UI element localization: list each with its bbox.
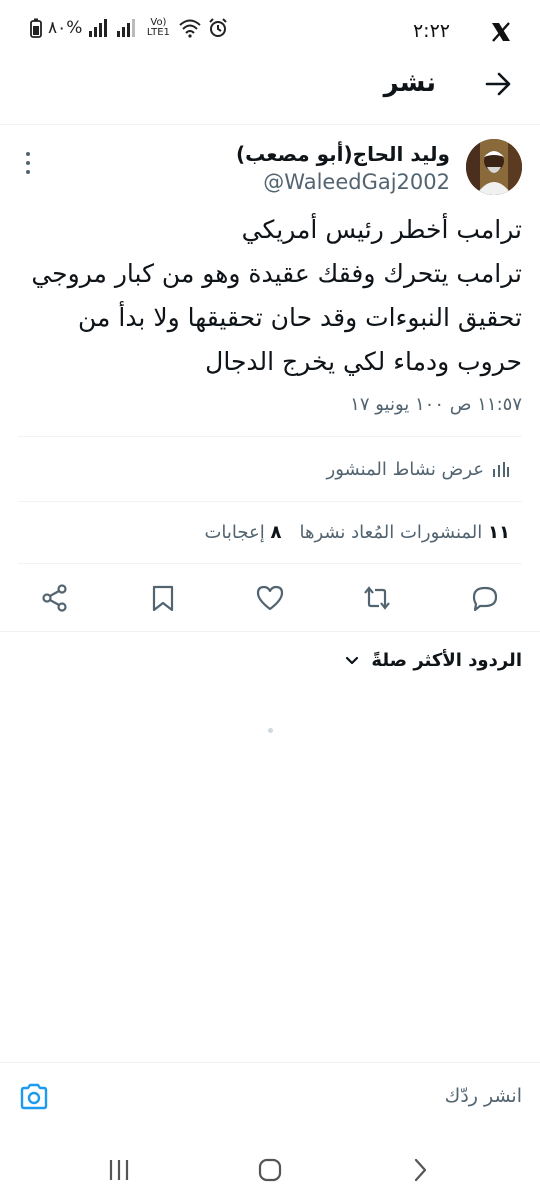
signal-icon [89, 19, 108, 37]
replies-sort-label: الردود الأكثر صلةً [371, 650, 522, 671]
x-logo-icon [492, 22, 510, 42]
tweet-line: حروب ودماء لكي يخرج الدجال [205, 347, 522, 376]
tweet-line: ترامب يتحرك وفقك عقيدة وهو من كبار مروجي [31, 259, 522, 288]
reposts-stat[interactable]: ١١ المنشورات المُعاد نشرها [299, 522, 510, 543]
back-nav-icon[interactable] [406, 1156, 434, 1184]
battery-level: ٨٠% [48, 18, 83, 38]
tweet-line: ترامب أخطر رئيس أمريكي [241, 215, 522, 244]
chevron-down-icon [346, 656, 359, 664]
home-icon[interactable] [256, 1156, 284, 1184]
repost-icon[interactable] [362, 583, 392, 613]
wifi-icon [179, 19, 202, 38]
tweet-timestamp: ١١:٥٧ ص ١٠٠ يونيو ١٧ [350, 394, 522, 415]
signal-icon-2 [117, 19, 136, 37]
camera-icon[interactable] [18, 1082, 50, 1112]
status-time: ٢:٢٢ [412, 20, 450, 42]
replies-sort-dropdown[interactable]: الردود الأكثر صلةً [345, 650, 522, 671]
alarm-icon [209, 18, 228, 37]
header [0, 62, 540, 126]
likes-label: إعجابات [204, 521, 265, 543]
divider [18, 501, 522, 502]
analytics-icon [493, 462, 509, 477]
post-activity-link[interactable]: عرض نشاط المنشور [327, 450, 510, 488]
more-options-icon[interactable] [22, 150, 34, 176]
author-handle[interactable]: @WaleedGaj2002 [263, 170, 450, 194]
author-name[interactable]: وليد الحاج(أبو مصعب) [236, 142, 450, 166]
reposts-label: المنشورات المُعاد نشرها [299, 521, 483, 543]
divider [18, 563, 522, 564]
divider [0, 1062, 540, 1063]
divider [18, 436, 522, 437]
tweet-actions [0, 577, 540, 621]
back-arrow-icon[interactable] [482, 68, 514, 100]
recent-apps-icon[interactable] [105, 1156, 133, 1184]
system-nav-bar [0, 1140, 540, 1200]
reply-input[interactable]: انشر ردّك [90, 1076, 522, 1120]
status-icons: ٨٠% Vo) LTE1 [30, 18, 228, 38]
loading-indicator [268, 728, 273, 733]
stats-row: ١١ المنشورات المُعاد نشرها ٨ إعجابات [204, 516, 510, 548]
status-bar: ٢:٢٢ ٨٠% Vo) LTE1 [0, 0, 540, 62]
avatar-image [466, 139, 522, 195]
header-divider [0, 124, 540, 125]
post-activity-label: عرض نشاط المنشور [326, 458, 484, 480]
avatar[interactable] [466, 139, 522, 195]
divider [0, 631, 540, 632]
tweet-text: ترامب أخطر رئيس أمريكي ترامب يتحرك وفقك … [22, 208, 522, 384]
volte-label: Vo) LTE1 [146, 17, 170, 38]
page-title: نشر [383, 68, 436, 98]
likes-count: ٨ [270, 521, 282, 543]
battery-icon [30, 18, 42, 38]
likes-stat[interactable]: ٨ إعجابات [204, 522, 281, 543]
reply-icon[interactable] [470, 583, 500, 613]
like-icon[interactable] [255, 583, 285, 613]
bookmark-icon[interactable] [148, 583, 178, 613]
share-icon[interactable] [40, 583, 70, 613]
tweet-line: تحقيق النبوءات وقد حان تحقيقها ولا بدأ م… [78, 303, 522, 332]
reposts-count: ١١ [488, 521, 510, 543]
